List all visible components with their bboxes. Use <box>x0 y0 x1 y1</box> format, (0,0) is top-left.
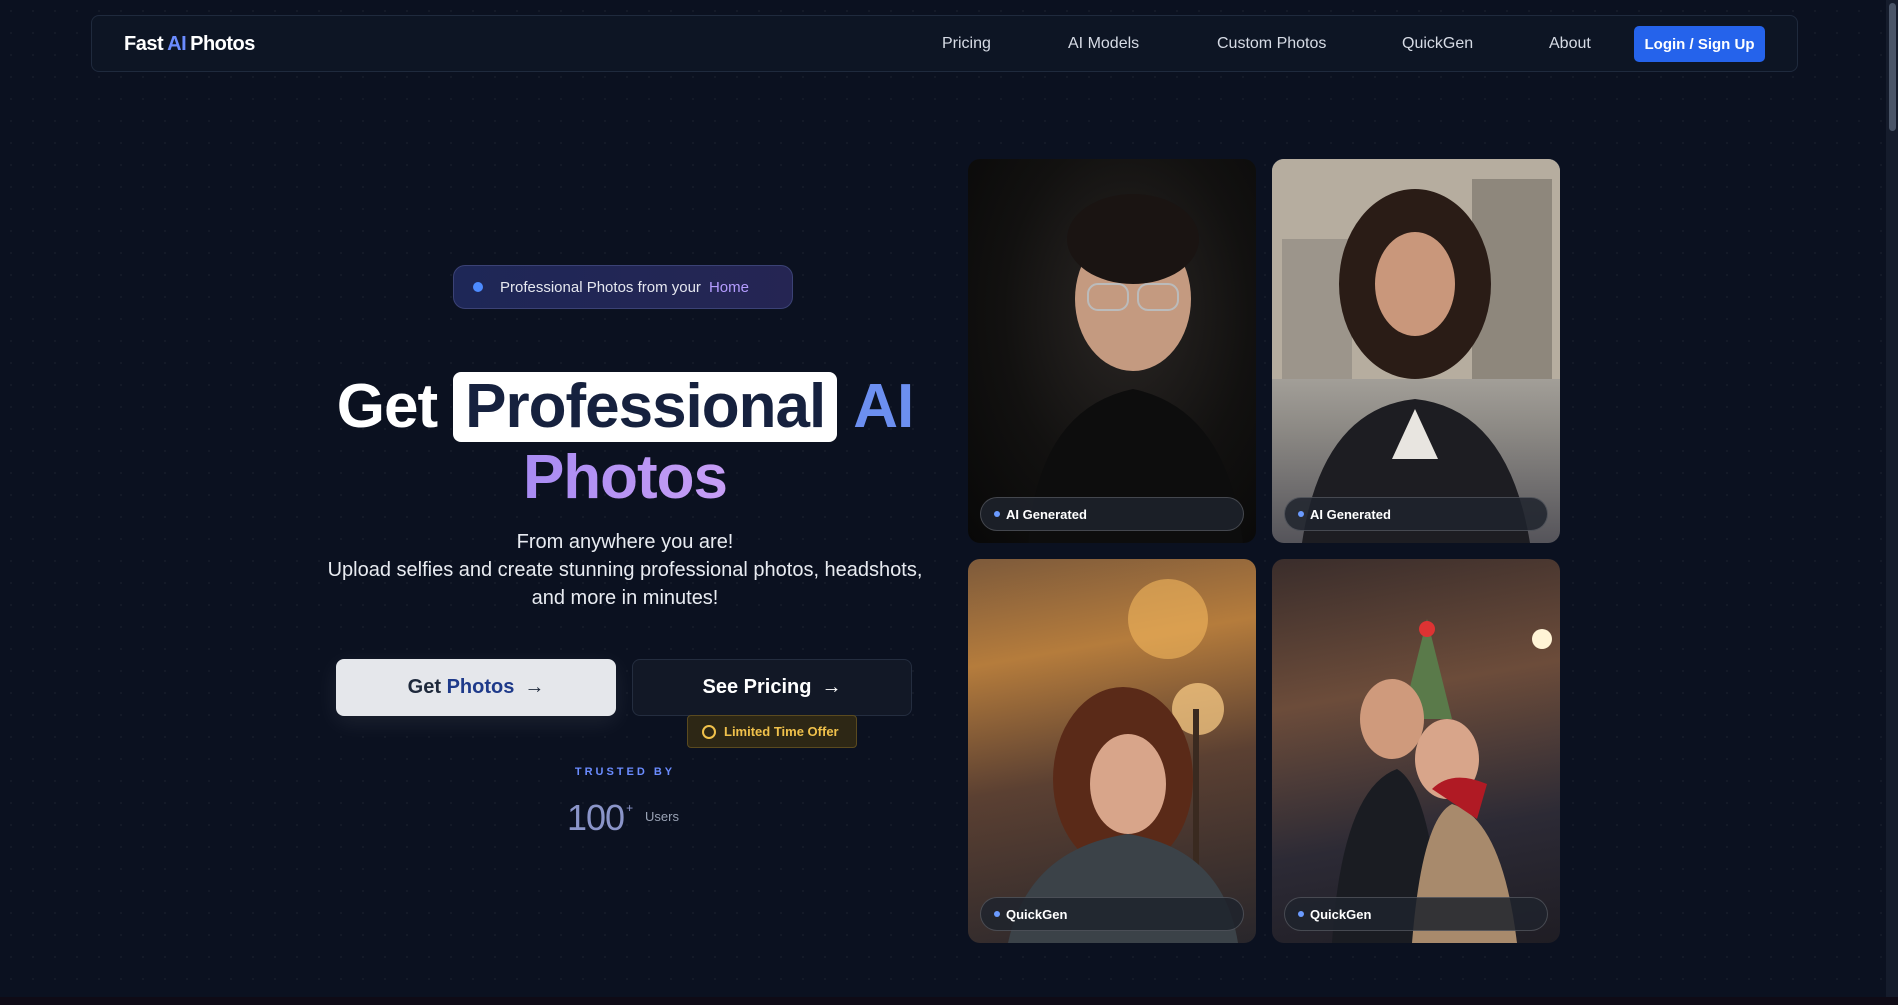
nav-link-pricing[interactable]: Pricing <box>942 35 991 53</box>
arrow-right-icon: → <box>821 676 842 698</box>
nav-link-quickgen[interactable]: QuickGen <box>1402 35 1473 53</box>
users-label: Users <box>645 809 679 824</box>
hero-subtitle: From anywhere you are! Upload selfies an… <box>310 528 940 612</box>
subtitle-line-3: and more in minutes! <box>531 587 719 609</box>
card-label: AI Generated <box>980 497 1244 531</box>
badge-highlight: Home <box>708 278 749 296</box>
gallery-card-winter-woman: QuickGen <box>968 559 1256 943</box>
offer-label: Limited Time Offer <box>724 724 839 739</box>
card-label-text: QuickGen <box>1006 906 1068 922</box>
gallery-card-portrait-woman: AI Generated <box>1272 159 1560 543</box>
headline-get: Get <box>336 372 438 441</box>
portrait-woman-image <box>1272 159 1560 543</box>
get-photos-button[interactable]: Get Photos → <box>336 659 616 716</box>
nav-link-about[interactable]: About <box>1549 35 1591 53</box>
trusted-by-label: TRUSTED BY <box>574 766 676 778</box>
limited-time-offer-badge: Limited Time Offer <box>687 715 857 748</box>
logo-photos: Photos <box>190 33 255 55</box>
site-logo[interactable]: Fast AI Photos <box>124 33 255 56</box>
label-dot-icon <box>1298 911 1304 917</box>
winter-woman-image <box>1008 579 1238 943</box>
card-label-text: AI Generated <box>1006 506 1087 522</box>
see-pricing-label: See Pricing <box>702 676 812 698</box>
bottom-strip <box>0 997 1898 1005</box>
gallery-card-couple: QuickGen <box>1272 559 1560 943</box>
couple-image <box>1332 619 1552 943</box>
user-count-suffix: + <box>626 801 633 815</box>
logo-ai: AI <box>167 33 187 55</box>
user-count: 100 + <box>567 797 633 839</box>
nav-link-ai-models[interactable]: AI Models <box>1068 35 1139 53</box>
portrait-man-image <box>1028 194 1243 543</box>
arrow-right-icon: → <box>524 676 545 698</box>
user-count-number: 100 <box>567 797 625 838</box>
coins-icon <box>702 724 716 739</box>
label-dot-icon <box>1298 511 1304 517</box>
nav-link-custom-photos[interactable]: Custom Photos <box>1217 35 1326 53</box>
top-navbar: Fast AI Photos Pricing AI Models Custom … <box>91 15 1798 72</box>
label-dot-icon <box>994 911 1000 917</box>
logo-fast: Fast <box>124 33 164 55</box>
card-label: QuickGen <box>980 897 1244 931</box>
headline-professional: Professional <box>453 372 838 442</box>
page-scrollbar[interactable] <box>1886 0 1898 1005</box>
scrollbar-thumb[interactable] <box>1889 3 1896 131</box>
headline-ai: AI <box>853 372 914 441</box>
badge-text: Professional Photos from your <box>500 278 701 296</box>
gallery-card-portrait-man: AI Generated <box>968 159 1256 543</box>
get-photos-label: Get Photos <box>408 676 515 699</box>
headline-photos: Photos <box>522 443 728 512</box>
badge-dot-icon <box>473 282 483 292</box>
subtitle-line-1: From anywhere you are! <box>516 531 734 553</box>
get-photos-label-b: Photos <box>446 676 515 698</box>
get-photos-label-a: Get <box>407 676 441 698</box>
login-signup-button[interactable]: Login / Sign Up <box>1634 26 1765 62</box>
see-pricing-button[interactable]: See Pricing → <box>632 659 912 716</box>
card-label-text: AI Generated <box>1310 506 1391 522</box>
label-dot-icon <box>994 511 1000 517</box>
card-label-text: QuickGen <box>1310 906 1372 922</box>
card-label: AI Generated <box>1284 497 1548 531</box>
hero-badge: Professional Photos from your Home <box>453 265 793 309</box>
card-label: QuickGen <box>1284 897 1548 931</box>
hero-headline: Get Professional AI Photos <box>300 372 950 509</box>
subtitle-line-2: Upload selfies and create stunning profe… <box>327 559 923 581</box>
